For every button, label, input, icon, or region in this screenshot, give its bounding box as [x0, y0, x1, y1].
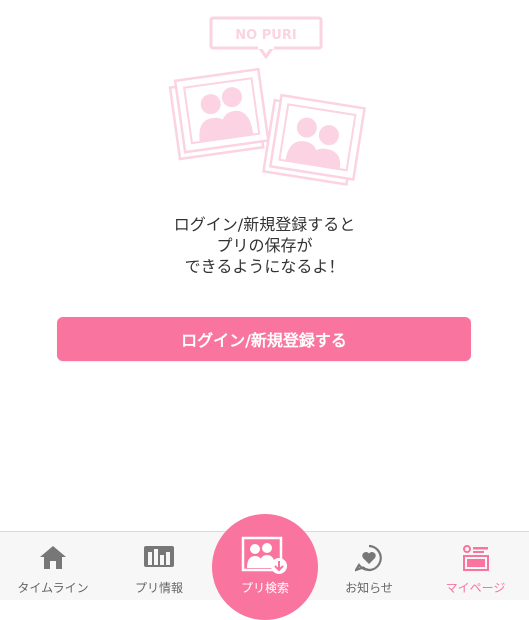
- tab-puri-info-label: プリ情報: [134, 581, 183, 595]
- tab-mypage[interactable]: マイページ: [422, 532, 529, 601]
- no-puri-badge: NO PURI: [209, 16, 323, 59]
- profile-card-icon: [462, 545, 489, 571]
- no-puri-badge-text: NO PURI: [235, 28, 296, 43]
- heart-bubble-icon: [355, 544, 382, 572]
- empty-state-message: ログイン/新規登録すると プリの保存が できるようになるよ！: [0, 214, 529, 277]
- tab-timeline-label: タイムライン: [17, 581, 89, 595]
- tab-puri-search-label: プリ検索: [240, 581, 289, 595]
- photo-search-icon: [241, 536, 287, 574]
- bottom-tab-bar: タイムライン プリ情報 プリ検索 お知らせ マイページ: [0, 514, 529, 620]
- tab-notice-label: お知らせ: [345, 581, 393, 595]
- tab-notice[interactable]: お知らせ: [316, 532, 422, 601]
- left-photo-icon: [168, 67, 270, 161]
- message-line-1: ログイン/新規登録すると: [173, 215, 356, 234]
- tab-timeline[interactable]: タイムライン: [0, 532, 106, 601]
- message-line-3: できるようになるよ！: [184, 257, 345, 276]
- message-line-2: プリの保存が: [216, 236, 313, 255]
- main-content: NO PURI ログイン/新規登録すると プリの保存が できるようになるよ！ ロ: [0, 0, 529, 531]
- tab-puri-search[interactable]: プリ検索: [212, 514, 318, 620]
- no-puri-illustration: NO PURI: [168, 16, 366, 186]
- tab-puri-info[interactable]: プリ情報: [106, 532, 212, 601]
- chart-icon: [144, 546, 174, 567]
- home-icon: [40, 546, 66, 569]
- right-photo-icon: [262, 93, 366, 186]
- tab-mypage-label: マイページ: [445, 581, 506, 595]
- login-register-button[interactable]: ログイン/新規登録する: [57, 317, 471, 361]
